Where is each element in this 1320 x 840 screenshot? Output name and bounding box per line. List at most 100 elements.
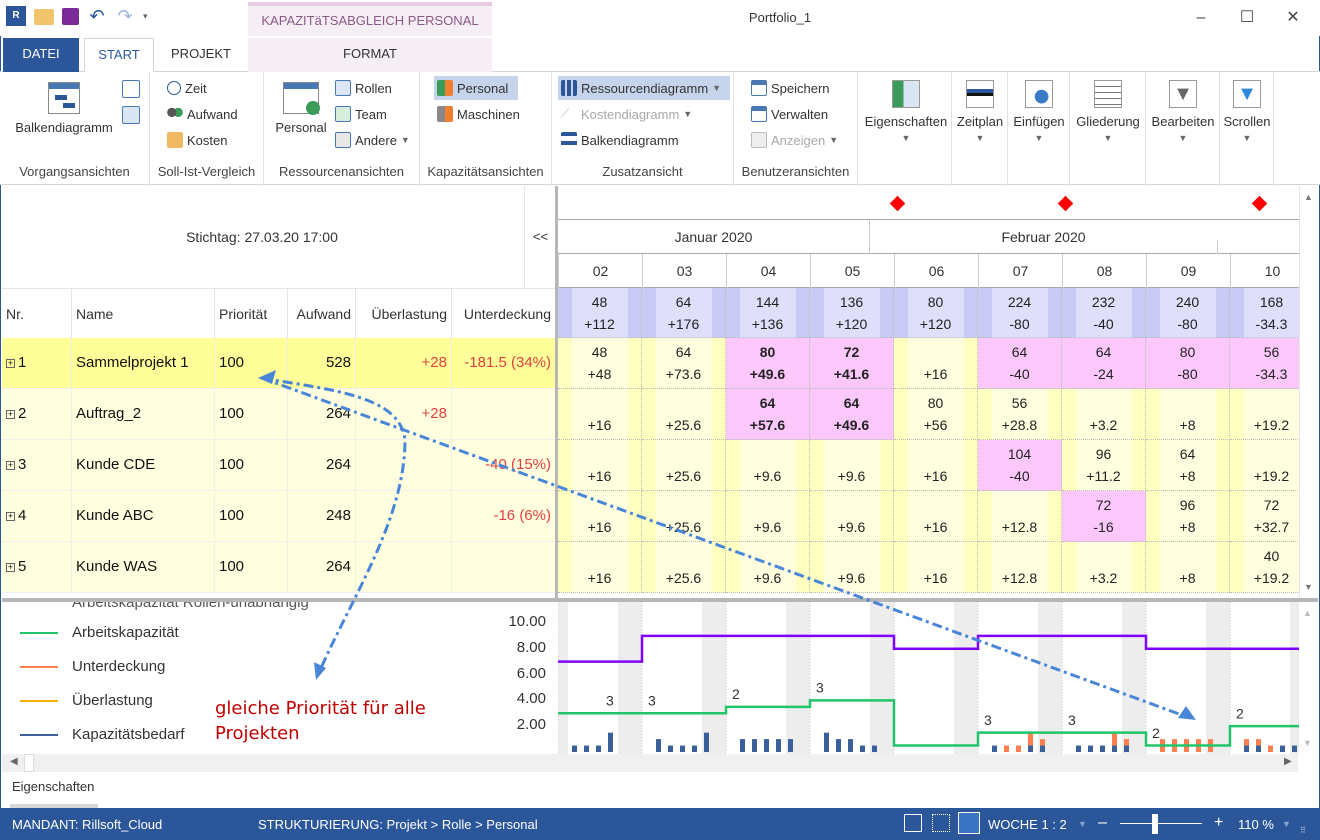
capacity-cell[interactable]: 72 +41.6 [810,338,894,389]
capacity-cell[interactable]: +12.8 [978,491,1062,542]
scroll-right-icon[interactable]: ▶ [1284,756,1292,767]
cell-prioritaet[interactable]: 100 [215,389,288,439]
expand-icon[interactable]: + [6,563,15,572]
capacity-cell[interactable]: +25.6 [642,491,726,542]
speichern-button[interactable]: Speichern [748,76,833,100]
capacity-cell[interactable]: +16 [558,440,642,491]
balkendiagramm-button[interactable]: Balkendiagramm [10,82,118,135]
capacity-cell[interactable]: 56 -34.3 [1230,338,1299,389]
andere-dropdown[interactable]: Andere ▼ [332,128,413,152]
zoom-in-button[interactable]: + [1214,814,1223,832]
zoom-slider-track[interactable] [1120,823,1202,824]
ressourcendiagramm-dropdown[interactable]: Ressourcendiagramm ▼ [558,76,730,100]
zoom-out-button[interactable]: – [1098,814,1107,832]
capacity-cell[interactable]: +16 [894,338,978,389]
eigenschaften-button[interactable]: Eigenschaften ▼ [862,80,950,144]
capacity-cell[interactable]: +9.6 [726,542,810,593]
cell-name[interactable]: Kunde WAS [72,542,215,592]
capacity-cell[interactable]: +16 [558,542,642,593]
tab-format[interactable]: FORMAT [248,38,492,72]
capacity-cell[interactable]: +9.6 [810,491,894,542]
capacity-cell[interactable]: +25.6 [642,440,726,491]
expand-icon[interactable]: + [6,410,15,419]
cell-prioritaet[interactable]: 100 [215,542,288,592]
col-header-ueberlastung[interactable]: Überlastung [356,289,452,339]
capacity-cell[interactable]: +25.6 [642,542,726,593]
chart-scroll-up-icon[interactable]: ▲ [1303,608,1312,618]
team-button[interactable]: Team [332,102,390,126]
capacity-view-icon[interactable] [958,812,980,834]
capacity-cell[interactable]: +3.2 [1062,389,1146,440]
redo-icon[interactable]: ↷ [115,6,135,26]
capacity-cell[interactable]: 64 -40 [978,338,1062,389]
capacity-cell[interactable]: 72 +32.7 [1230,491,1299,542]
expand-icon[interactable]: + [6,512,15,521]
personal-view-button[interactable]: Personal [272,82,330,135]
milestone-diamond-icon[interactable] [1057,195,1074,212]
verwalten-button[interactable]: Verwalten [748,102,831,126]
cell-prioritaet[interactable]: 100 [215,440,288,490]
milestone-diamond-icon[interactable] [889,195,906,212]
zoom-slider-thumb[interactable] [1152,814,1158,834]
capacity-cell[interactable]: 64 +8 [1146,440,1230,491]
scroll-up-icon[interactable]: ▲ [1304,192,1313,202]
cell-name[interactable]: Sammelprojekt 1 [72,338,215,388]
table-row[interactable]: +1 Sammelprojekt 1 100 528 +28 -181.5 (34%) [2,338,556,389]
open-folder-icon[interactable] [34,9,54,25]
chart-scroll-down-icon[interactable]: ▼ [1303,738,1312,748]
save-icon[interactable] [62,7,79,25]
resize-grip-icon[interactable]: ⠿ [1300,826,1306,835]
kosten-button[interactable]: Kosten [164,128,230,152]
capacity-cell[interactable]: +12.8 [978,542,1062,593]
capacity-cell[interactable]: 48 +48 [558,338,642,389]
capacity-cell[interactable]: +9.6 [810,440,894,491]
vertical-scrollbar[interactable]: ▲ ▼ [1299,186,1317,598]
maximize-button[interactable]: ☐ [1232,6,1262,30]
gantt-view-icon[interactable] [904,814,922,832]
einfuegen-button[interactable]: Einfügen ▼ [1010,80,1068,144]
capacity-cell[interactable]: 104 -40 [978,440,1062,491]
chart-vertical-scrollbar[interactable]: ▲ ▼ [1299,602,1317,754]
capacity-cell[interactable]: +9.6 [726,491,810,542]
tab-start[interactable]: START [84,38,154,73]
capacity-cell[interactable]: 64 -24 [1062,338,1146,389]
tab-projekt[interactable]: PROJEKT [160,38,242,72]
capacity-cell[interactable]: +3.2 [1062,542,1146,593]
zoom-level[interactable]: 110 % [1238,817,1274,832]
scroll-left-icon[interactable]: ◀ [10,756,18,767]
capacity-cell[interactable]: 80 +56 [894,389,978,440]
timescale-dropdown[interactable]: WOCHE 1 : 2 [988,817,1067,832]
col-header-aufwand[interactable]: Aufwand [288,289,356,339]
kapazitaet-personal-button[interactable]: Personal [434,76,518,100]
capacity-cell[interactable]: +8 [1146,389,1230,440]
tab-datei[interactable]: DATEI [3,38,79,72]
table-row[interactable]: +2 Auftrag_2 100 264 +28 [2,389,556,440]
table-view-icon[interactable] [122,106,140,124]
scroll-down-icon[interactable]: ▼ [1304,582,1313,592]
capacity-cell[interactable]: 64 +73.6 [642,338,726,389]
collapse-table-button[interactable]: << [524,186,556,288]
dropdown-caret-icon[interactable]: ▼ [1078,819,1087,829]
table-row[interactable]: +4 Kunde ABC 100 248 -16 (6%) [2,491,556,542]
dropdown-caret-icon[interactable]: ▼ [1282,819,1291,829]
col-header-name[interactable]: Name [72,289,215,339]
scrollen-button[interactable]: ▼ Scrollen ▼ [1222,80,1272,144]
maschinen-button[interactable]: Maschinen [434,102,523,126]
horizontal-scrollbar[interactable]: ◀ ▶ [2,754,1298,772]
cell-name[interactable]: Kunde CDE [72,440,215,490]
capacity-cell[interactable]: 96 +8 [1146,491,1230,542]
col-header-nr[interactable]: Nr. [2,289,72,339]
cell-prioritaet[interactable]: 100 [215,338,288,388]
capacity-cell[interactable]: 80 -80 [1146,338,1230,389]
capacity-cell[interactable]: +9.6 [726,440,810,491]
rollen-button[interactable]: Rollen [332,76,395,100]
capacity-cell[interactable]: +9.6 [810,542,894,593]
cell-prioritaet[interactable]: 100 [215,491,288,541]
customize-qat-icon[interactable]: ▾ [143,6,151,26]
col-header-prioritaet[interactable]: Priorität [215,289,288,339]
capacity-cell[interactable]: 80 +49.6 [726,338,810,389]
zeitplan-button[interactable]: Zeitplan ▼ [954,80,1006,144]
capacity-cell[interactable]: +25.6 [642,389,726,440]
properties-label[interactable]: Eigenschaften [12,779,94,794]
capacity-cell[interactable]: 96 +11.2 [1062,440,1146,491]
